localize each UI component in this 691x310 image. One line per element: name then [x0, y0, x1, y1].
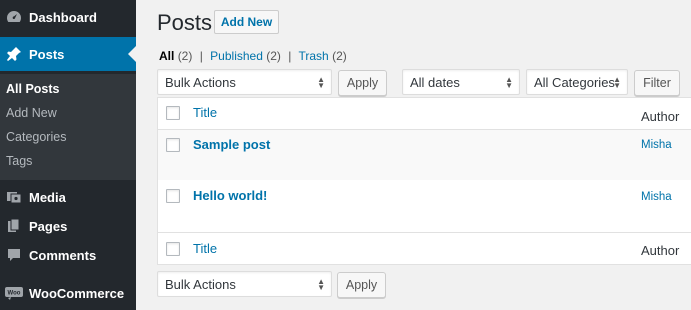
filter-button[interactable]: Filter: [634, 70, 680, 96]
post-author-link[interactable]: Misha: [641, 191, 672, 203]
view-trash-link[interactable]: Trash: [299, 49, 329, 63]
row-checkbox[interactable]: [166, 138, 180, 152]
bulk-actions-select-top[interactable]: Bulk Actions ▲ ▼: [157, 69, 332, 95]
post-status-views: All (2) | Published (2) | Trash (2): [159, 49, 347, 63]
date-filter-value: All dates: [410, 74, 460, 90]
submenu-add-new[interactable]: Add New: [6, 106, 57, 120]
view-published-link[interactable]: Published: [210, 49, 263, 63]
row-checkbox[interactable]: [166, 189, 180, 203]
apply-button-bottom[interactable]: Apply: [337, 272, 386, 298]
date-filter-select[interactable]: All dates ▲ ▼: [402, 69, 520, 95]
view-separator: |: [199, 49, 203, 63]
menu-label-media: Media: [29, 189, 66, 205]
menu-item-posts[interactable]: Posts: [0, 37, 136, 71]
menu-label-posts: Posts: [29, 46, 65, 62]
select-arrows-icon: ▲ ▼: [505, 75, 513, 90]
view-trash-count: (2): [332, 49, 347, 63]
select-all-checkbox[interactable]: [166, 106, 180, 120]
pages-icon: [5, 217, 23, 235]
bulk-actions-value: Bulk Actions: [165, 74, 236, 90]
menu-label-woocommerce: WooCommerce: [29, 285, 125, 301]
woocommerce-icon: Woo: [5, 284, 23, 302]
bulk-actions-value: Bulk Actions: [165, 276, 236, 292]
submenu-all-posts[interactable]: All Posts: [6, 82, 60, 96]
submenu-tags[interactable]: Tags: [6, 154, 32, 168]
posts-submenu: All Posts Add New Categories Tags: [0, 74, 136, 180]
comments-icon: [5, 246, 23, 264]
posts-table: [157, 97, 691, 265]
menu-item-dashboard[interactable]: Dashboard: [0, 0, 136, 34]
column-author-footer: Author: [641, 243, 680, 258]
view-separator: |: [288, 49, 292, 63]
column-title-header[interactable]: Title: [193, 105, 217, 120]
column-title-footer[interactable]: Title: [193, 241, 217, 256]
select-all-checkbox-bottom[interactable]: [166, 242, 180, 256]
view-all-link[interactable]: All: [159, 49, 174, 63]
dashboard-icon: [5, 8, 23, 26]
page-title: Posts: [157, 10, 213, 35]
column-author-header: Author: [641, 109, 680, 124]
category-filter-value: All Categories: [534, 74, 615, 90]
category-filter-select[interactable]: All Categories ▲ ▼: [526, 69, 628, 95]
menu-label-pages: Pages: [29, 218, 68, 234]
menu-label-dashboard: Dashboard: [29, 9, 97, 25]
menu-label-comments: Comments: [29, 247, 97, 263]
svg-text:Woo: Woo: [8, 291, 21, 297]
media-icon: [5, 188, 23, 206]
select-arrows-icon: ▲ ▼: [317, 75, 325, 90]
menu-item-woocommerce[interactable]: Woo WooCommerce: [0, 276, 136, 310]
submenu-categories[interactable]: Categories: [6, 130, 66, 144]
post-title-link[interactable]: Hello world!: [193, 188, 267, 203]
post-author-link[interactable]: Misha: [641, 139, 672, 151]
bulk-actions-select-bottom[interactable]: Bulk Actions ▲ ▼: [157, 271, 332, 297]
select-arrows-icon: ▲ ▼: [317, 277, 325, 292]
view-published-count: (2): [266, 49, 281, 63]
select-arrows-icon: ▲ ▼: [613, 75, 621, 90]
table-footer-divider: [157, 232, 691, 233]
pin-icon: [5, 45, 23, 63]
table-header-divider: [157, 129, 691, 130]
admin-sidebar: Dashboard Posts All Posts Add New Catego…: [0, 0, 136, 310]
apply-button-top[interactable]: Apply: [338, 70, 387, 96]
view-all-count: (2): [177, 49, 193, 63]
menu-item-comments[interactable]: Comments: [0, 238, 136, 272]
add-new-button[interactable]: Add New: [214, 10, 279, 34]
post-title-link[interactable]: Sample post: [193, 137, 270, 152]
